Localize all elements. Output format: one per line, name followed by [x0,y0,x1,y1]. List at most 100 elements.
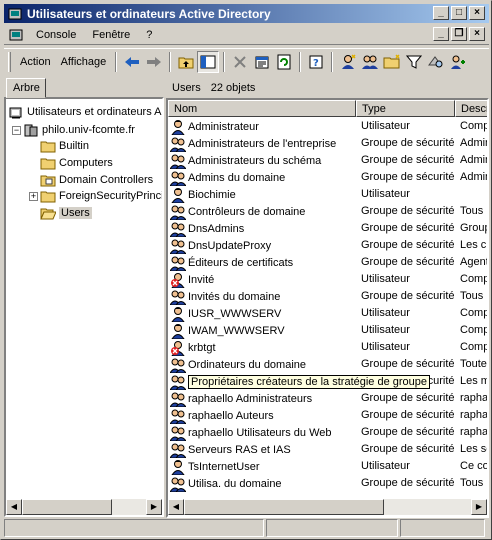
minimize-button[interactable]: _ [433,6,449,20]
tree-item-domain-controllers[interactable]: Domain Controllers [40,172,153,188]
cell-name: raphaello Utilisateurs du Web [169,424,331,441]
tree-item-label: ForeignSecurityPrincipals [59,190,164,202]
table-row[interactable]: Groupe de sécurité Administrateurs Admins … [168,169,487,186]
new-ou-icon[interactable] [381,51,403,73]
column-header-description[interactable]: Description [455,100,487,117]
cell-name: Administrateurs de l'entreprise [169,135,336,152]
new-user-icon[interactable] [337,51,359,73]
group-icon [169,408,187,424]
table-row[interactable]: Groupe de sécurité Administrateurs Adminis… [168,152,487,169]
column-header-type[interactable]: Type [356,100,455,117]
action-menu[interactable]: Action [15,56,56,68]
menu-console[interactable]: Console [28,29,84,41]
column-header-name[interactable]: Nom [168,100,356,117]
cell-type: Groupe de sécurité [361,290,455,302]
add-to-group-icon[interactable] [447,51,469,73]
tab-tree[interactable]: Arbre [6,78,46,98]
cell-type: Groupe de sécurité [361,409,455,421]
mdi-close-button[interactable]: × [469,27,485,41]
table-row[interactable]: Groupe de sécurité Groupe DnsAdmins [168,220,487,237]
group-icon [169,255,187,271]
table-row[interactable]: Utilisateur Compte d'utilisateur Administr… [168,118,487,135]
cell-name: Admins du domaine [169,169,285,186]
table-row[interactable]: Groupe de sécurité Toutes Ordinateurs du d… [168,356,487,373]
expand-foreign-icon[interactable]: + [29,192,38,201]
maximize-button[interactable]: □ [451,6,467,20]
table-row[interactable]: Utilisateur Compte krbtgt [168,339,487,356]
table-row[interactable]: Groupe de sécurité Les serveurs Serveurs R… [168,441,487,458]
table-row[interactable]: Groupe de sécurité raphaello raphaello Adm… [168,390,487,407]
table-row[interactable]: Groupe de sécurité raphaello raphaello Aut… [168,407,489,424]
object-name: Biochimie [188,188,236,201]
table-row[interactable]: Groupe de sécurité Les clients DnsUpdatePr… [168,237,489,254]
scroll-left-icon[interactable]: ◀ [6,499,22,515]
group-icon [169,136,187,152]
scrollbar-thumb[interactable] [22,499,112,515]
table-row[interactable]: Utilisateur Compte IWAM_WWWSERV [168,322,487,339]
table-row[interactable]: Utilisateur Compte Invité [168,271,489,288]
cell-description: Tous les [460,290,489,302]
toolbar-grip[interactable] [8,51,11,72]
table-row[interactable]: Utilisateur Compte IUSR_WWWSERV [168,305,487,322]
table-row[interactable]: Groupe de sécurité Agents Éditeurs de cert… [168,254,487,271]
object-name: IUSR_WWWSERV [188,307,282,320]
close-button[interactable]: × [469,6,485,20]
scrollbar-thumb[interactable] [184,499,384,515]
help-icon[interactable]: ? [305,51,327,73]
menu-bar: Console Fenêtre ? _ ❐ × [4,25,489,45]
back-arrow-icon[interactable] [121,51,143,73]
table-row[interactable]: Utilisateur Ce compte TsInternetUser [168,458,487,475]
scroll-right-icon[interactable]: ▶ [471,499,487,515]
tree-item-computers[interactable]: Computers [40,155,113,171]
table-row[interactable]: Groupe de sécurité Tous les Contrôleurs de… [168,203,487,220]
scroll-right-icon[interactable]: ▶ [146,499,162,515]
user-icon [170,306,186,322]
refresh-icon[interactable] [273,51,295,73]
table-row[interactable]: Groupe de sécurité Tous les Utilisa. du do… [168,475,487,492]
cell-name: Éditeurs de certificats [169,254,293,271]
cell-name: Invité [170,271,214,288]
collapse-domain-icon[interactable]: − [12,126,21,135]
cell-name: Administrateurs du schéma [169,152,321,169]
filter-icon[interactable] [403,51,425,73]
menu-help[interactable]: ? [138,29,160,41]
cell-description: Groupe [460,222,487,234]
table-row[interactable]: Groupe de sécuritéLes membresPropriétair… [168,373,487,390]
tree-item-domain[interactable]: philo.univ-fcomte.fr [23,122,135,138]
svg-text:?: ? [313,58,319,69]
cell-description: Administrateurs [460,137,487,149]
view-menu[interactable]: Affichage [56,56,112,68]
list-horizontal-scrollbar[interactable]: ◀ ▶ [168,499,487,515]
tree-item-builtin[interactable]: Builtin [40,138,89,154]
delete-icon[interactable] [229,51,251,73]
menu-window[interactable]: Fenêtre [84,29,138,41]
cell-name: Contrôleurs de domaine [169,203,305,220]
tree-item-users[interactable]: Users [40,205,92,221]
cell-description: Administrateurs [460,171,487,183]
app-window: Utilisateurs et ordinateurs Active Direc… [0,0,492,540]
tree-root[interactable]: Utilisateurs et ordinateurs Active Direc… [8,104,162,120]
cell-description: Les serveurs [460,443,487,455]
group-icon [169,221,187,237]
up-folder-icon[interactable] [175,51,197,73]
cell-name: Biochimie [170,186,236,203]
properties-icon[interactable] [251,51,273,73]
mdi-restore-button[interactable]: ❐ [451,27,467,41]
table-row[interactable]: Groupe de sécurité raphaello raphaello Uti… [168,424,487,441]
tree-horizontal-scrollbar[interactable]: ◀ ▶ [6,499,162,515]
find-icon[interactable] [425,51,447,73]
new-group-icon[interactable] [359,51,381,73]
forward-arrow-icon[interactable] [143,51,165,73]
show-tree-icon[interactable] [197,50,220,73]
scroll-left-icon[interactable]: ◀ [168,499,184,515]
open-folder-icon [40,205,57,221]
table-row[interactable]: Groupe de sécurité Tous les Invités du dom… [168,288,489,305]
cell-description: raphaello [460,409,489,421]
table-row[interactable]: Utilisateur Biochimie [168,186,487,203]
cell-description: Compte [460,273,489,285]
mdi-minimize-button[interactable]: _ [433,27,449,41]
table-row[interactable]: Groupe de sécurité Administrateurs Adminis… [168,135,487,152]
console-icon[interactable] [8,27,24,43]
cell-description: Les clients [460,239,489,251]
tree-item-foreign-security-principals[interactable]: ForeignSecurityPrincipals [40,188,164,204]
